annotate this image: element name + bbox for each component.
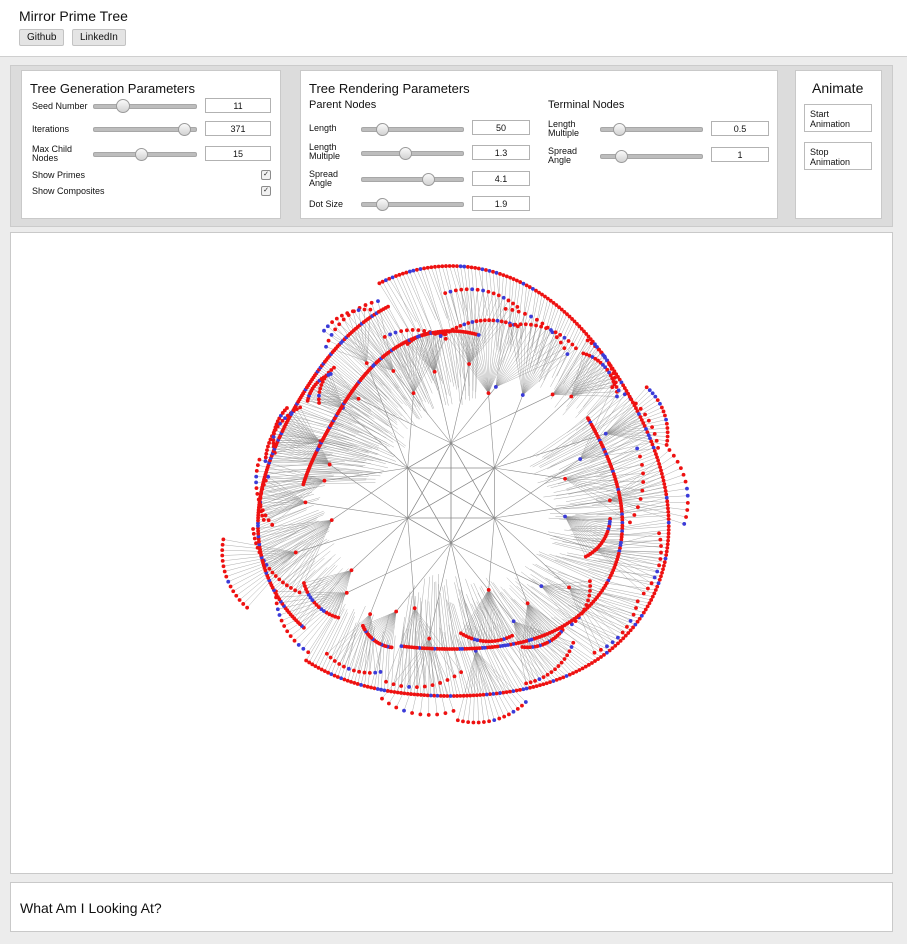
max-child-nodes-input[interactable]: 15 xyxy=(205,146,271,161)
start-animation-button[interactable]: Start Animation xyxy=(804,104,872,132)
length-multiple-slider-thumb[interactable] xyxy=(399,147,412,160)
iterations-label: Iterations xyxy=(32,124,70,134)
stop-animation-button[interactable]: Stop Animation xyxy=(804,142,872,170)
length-multiple-slider[interactable] xyxy=(361,151,464,156)
max-child-nodes-label: Max Child Nodes xyxy=(32,144,73,163)
info-title[interactable]: What Am I Looking At? xyxy=(20,900,162,916)
iterations-input[interactable]: 371 xyxy=(205,121,271,136)
show-primes-checkbox[interactable]: ✓ xyxy=(261,170,271,180)
info-panel: What Am I Looking At? xyxy=(10,882,893,932)
dot-size-input[interactable]: 1.9 xyxy=(472,196,530,211)
terminal-length-multiple-slider-thumb[interactable] xyxy=(613,123,626,136)
show-composites-label: Show Composites xyxy=(32,186,105,196)
length-slider-thumb[interactable] xyxy=(376,123,389,136)
app-title: Mirror Prime Tree xyxy=(19,8,128,24)
tree-generation-panel: Tree Generation Parameters Seed Number 1… xyxy=(21,70,281,219)
seed-number-slider[interactable] xyxy=(93,104,197,109)
linkedin-button[interactable]: LinkedIn xyxy=(72,29,126,46)
spread-angle-label: Spread Angle xyxy=(309,169,339,188)
spread-angle-input[interactable]: 4.1 xyxy=(472,171,530,186)
tree-generation-title: Tree Generation Parameters xyxy=(30,81,195,96)
tree-rendering-title: Tree Rendering Parameters xyxy=(309,81,470,96)
github-button[interactable]: Github xyxy=(19,29,65,46)
dot-size-label: Dot Size xyxy=(309,199,344,209)
terminal-spread-angle-label: Spread Angle xyxy=(548,146,578,165)
length-label: Length xyxy=(309,123,337,133)
header: Mirror Prime Tree Github LinkedIn xyxy=(0,0,907,57)
controls-bar: Tree Generation Parameters Seed Number 1… xyxy=(10,65,893,227)
spread-angle-slider-thumb[interactable] xyxy=(422,173,435,186)
length-multiple-label: Length Multiple xyxy=(309,142,341,161)
seed-number-label: Seed Number xyxy=(32,101,88,111)
tree-rendering-panel: Tree Rendering Parameters Parent Nodes T… xyxy=(300,70,778,219)
seed-number-input[interactable]: 11 xyxy=(205,98,271,113)
max-child-nodes-slider-thumb[interactable] xyxy=(135,148,148,161)
spread-angle-slider[interactable] xyxy=(361,177,464,182)
animate-title: Animate xyxy=(812,80,864,96)
show-primes-label: Show Primes xyxy=(32,170,86,180)
terminal-length-multiple-input[interactable]: 0.5 xyxy=(711,121,769,136)
dot-size-slider-thumb[interactable] xyxy=(376,198,389,211)
show-composites-checkbox[interactable]: ✓ xyxy=(261,186,271,196)
terminal-spread-angle-slider-thumb[interactable] xyxy=(615,150,628,163)
parent-nodes-title: Parent Nodes xyxy=(309,99,377,111)
tree-canvas[interactable] xyxy=(11,233,892,873)
iterations-slider-thumb[interactable] xyxy=(178,123,191,136)
terminal-nodes-title: Terminal Nodes xyxy=(548,99,625,111)
animate-panel: Animate Start Animation Stop Animation xyxy=(795,70,882,219)
length-multiple-input[interactable]: 1.3 xyxy=(472,145,530,160)
length-input[interactable]: 50 xyxy=(472,120,530,135)
terminal-length-multiple-label: Length Multiple xyxy=(548,119,580,138)
terminal-spread-angle-input[interactable]: 1 xyxy=(711,147,769,162)
tree-canvas-panel xyxy=(10,232,893,874)
seed-number-slider-thumb[interactable] xyxy=(116,99,130,113)
